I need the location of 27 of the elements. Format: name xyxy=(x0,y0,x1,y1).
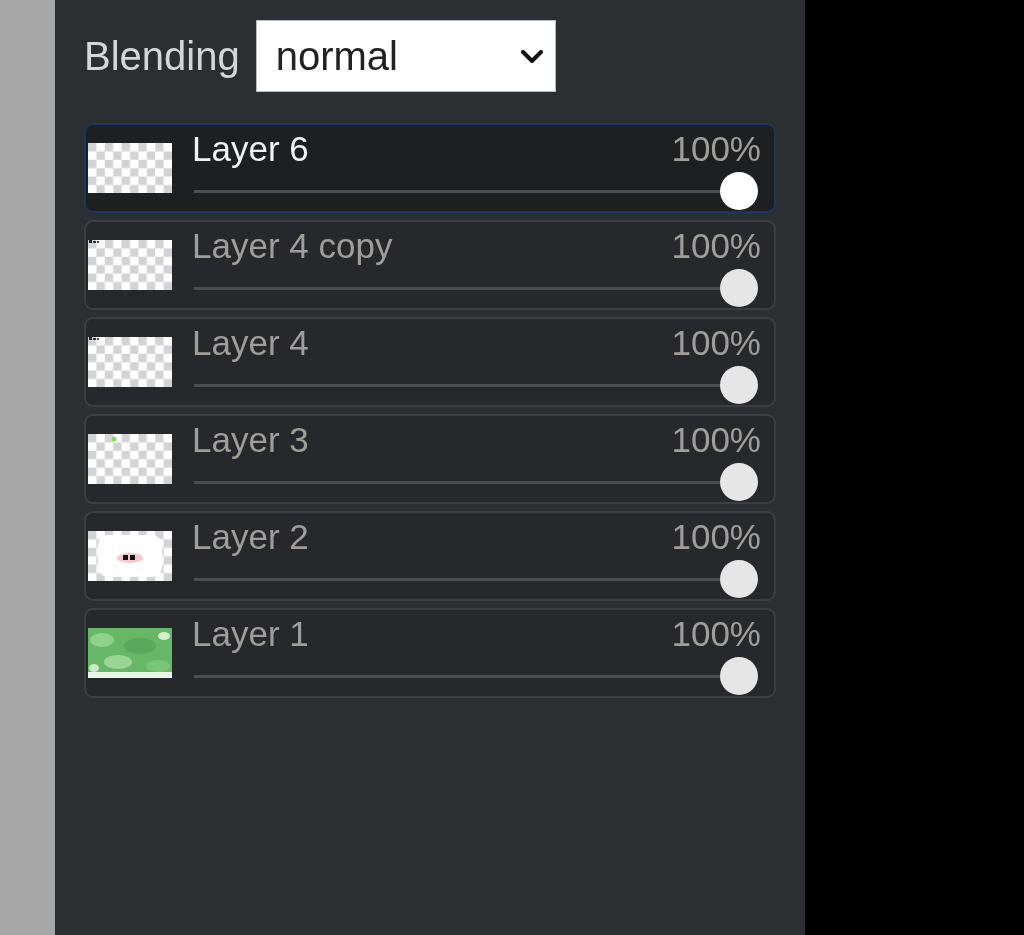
opacity-value: 100% xyxy=(671,226,761,266)
slider-handle[interactable] xyxy=(720,560,758,598)
blend-mode-dropdown[interactable]: normal xyxy=(255,20,556,92)
blending-label: Blending xyxy=(84,33,240,80)
layer-row[interactable]: Layer 4 100% xyxy=(84,317,776,407)
layer-row[interactable]: Layer 1 100% xyxy=(84,608,776,698)
slider-handle[interactable] xyxy=(720,172,758,210)
layer-name: Layer 1 xyxy=(192,614,309,654)
slider-handle[interactable] xyxy=(720,657,758,695)
slider-handle[interactable] xyxy=(720,463,758,501)
opacity-value: 100% xyxy=(671,420,761,460)
opacity-value: 100% xyxy=(671,614,761,654)
layer-name: Layer 2 xyxy=(192,517,309,557)
layer-row[interactable]: Layer 6 100% xyxy=(84,123,776,213)
opacity-value: 100% xyxy=(671,517,761,557)
layer-name: Layer 4 copy xyxy=(192,226,393,266)
layer-row[interactable]: Layer 2 100% xyxy=(84,511,776,601)
opacity-value: 100% xyxy=(671,323,761,363)
layer-row[interactable]: Layer 4 copy 100% xyxy=(84,220,776,310)
opacity-value: 100% xyxy=(671,129,761,169)
layer-name: Layer 6 xyxy=(192,129,309,169)
slider-handle[interactable] xyxy=(720,366,758,404)
slider-handle[interactable] xyxy=(720,269,758,307)
layer-name: Layer 4 xyxy=(192,323,309,363)
layer-name: Layer 3 xyxy=(192,420,309,460)
chevron-down-icon xyxy=(520,49,543,63)
layer-row[interactable]: Layer 3 100% xyxy=(84,414,776,504)
